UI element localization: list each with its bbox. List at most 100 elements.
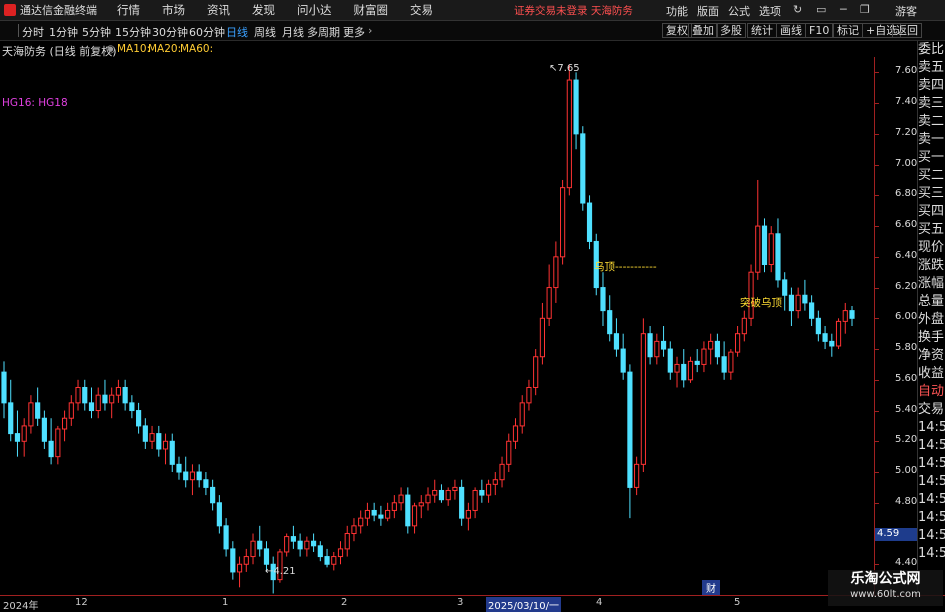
candle-body: [203, 479, 209, 488]
menu-gongshi[interactable]: 公式: [728, 3, 750, 19]
refresh-icon[interactable]: ↻: [793, 3, 802, 16]
candlestick-chart[interactable]: [0, 57, 874, 595]
finance-mark[interactable]: 财: [702, 580, 720, 595]
candle: [61, 410, 68, 442]
candle-body: [169, 440, 175, 465]
candle-body: [566, 79, 572, 189]
tool-f10[interactable]: F10: [805, 23, 834, 38]
menu-xuanxiang[interactable]: 选项: [759, 3, 781, 19]
candle-body: [35, 402, 41, 419]
candle-body: [607, 310, 613, 335]
candle-body: [425, 494, 431, 504]
menu-item-faxian[interactable]: 发现: [252, 2, 275, 18]
menu-banmian[interactable]: 版面: [697, 3, 719, 19]
price-tick: [875, 226, 879, 228]
candle-body: [411, 505, 418, 527]
quote-panel-label[interactable]: 交易: [918, 401, 945, 419]
candle-body: [539, 317, 545, 358]
menu-gongneng[interactable]: 功能: [666, 3, 688, 19]
period-multi[interactable]: 多周期: [307, 24, 340, 40]
menu-item-jiaoyi[interactable]: 交易: [410, 2, 433, 18]
period-5min[interactable]: 5分钟: [82, 24, 111, 40]
candle: [667, 341, 673, 380]
quote-panel-label[interactable]: 自动: [918, 383, 945, 401]
quote-panel-label: 现价: [918, 240, 945, 255]
candle: [149, 425, 155, 449]
menu-item-hangqing[interactable]: 行情: [117, 2, 140, 18]
candle: [418, 495, 424, 519]
candle: [55, 425, 61, 465]
candle: [284, 533, 290, 557]
user-label[interactable]: 游客: [895, 3, 917, 19]
tool-duogu[interactable]: 多股: [716, 23, 746, 38]
candle: [829, 333, 835, 357]
tool-tongji[interactable]: 统计: [747, 23, 777, 38]
tool-diejia[interactable]: 叠加: [688, 23, 718, 38]
candle-body: [236, 563, 243, 573]
candle: [203, 472, 209, 496]
candle: [788, 287, 795, 326]
price-tick: [875, 103, 879, 105]
period-more[interactable]: 更多: [343, 24, 365, 40]
period-60min[interactable]: 60分钟: [189, 24, 225, 40]
period-30min[interactable]: 30分钟: [152, 24, 188, 40]
candle: [21, 418, 27, 457]
candle: [223, 518, 229, 557]
candle: [687, 356, 694, 383]
more-chevron-icon[interactable]: ›: [368, 24, 372, 37]
menu-item-zixun[interactable]: 资讯: [207, 2, 230, 18]
price-tick: [875, 410, 879, 412]
candle: [129, 395, 135, 419]
menu-item-shichang[interactable]: 市场: [162, 2, 185, 18]
candle-body: [485, 483, 492, 496]
period-15min[interactable]: 15分钟: [115, 24, 151, 40]
candle: [176, 456, 182, 480]
candle-body: [122, 386, 128, 404]
price-tick: [875, 441, 879, 443]
price-tick-label: 5.20: [895, 434, 918, 446]
tool-back[interactable]: 返回: [892, 23, 922, 38]
price-tick: [875, 287, 879, 289]
candle-body: [109, 394, 115, 404]
candle-body: [324, 556, 330, 565]
restore-icon[interactable]: ❐: [860, 3, 870, 16]
menu-item-wenxiaoda[interactable]: 问小达: [297, 2, 332, 18]
quote-panel-label: 卖三: [918, 96, 945, 111]
login-notice[interactable]: 证券交易未登录 天海防务: [514, 3, 633, 18]
low-price-label: ←4.21: [265, 566, 296, 577]
candle: [364, 502, 371, 526]
candle: [539, 302, 545, 365]
candle-body: [768, 233, 774, 266]
candle-body: [371, 509, 377, 516]
candle-body: [512, 425, 519, 442]
period-monthly[interactable]: 月线: [282, 24, 304, 40]
candle: [324, 548, 330, 568]
period-weekly[interactable]: 周线: [254, 24, 276, 40]
period-fenshi[interactable]: 分时: [22, 24, 44, 40]
quote-panel-label: 14:56: [918, 438, 945, 453]
period-daily[interactable]: 日线: [226, 24, 248, 40]
settings-icon[interactable]: ◉: [106, 43, 115, 55]
quote-panel-label: 卖一: [918, 132, 945, 147]
candle: [82, 379, 88, 411]
candle: [317, 541, 323, 562]
quote-panel-label: 14:56: [918, 492, 945, 507]
candle-body: [755, 225, 761, 273]
quote-panel-label: 收益: [918, 366, 945, 381]
candle-body: [714, 340, 720, 358]
chart-info-bar: 天海防务 (日线 前复权) ◉ MA10: MA20: MA60:: [0, 41, 915, 58]
price-tick: [875, 318, 879, 320]
candle-body: [432, 489, 438, 496]
candle: [822, 326, 828, 350]
period-1min[interactable]: 1分钟: [49, 24, 78, 40]
candle-body: [263, 548, 270, 565]
tool-huaxian[interactable]: 画线: [776, 23, 806, 38]
window-icon[interactable]: ▭: [816, 3, 826, 16]
candle-body: [829, 340, 835, 347]
minimize-icon[interactable]: ─: [840, 3, 847, 16]
menu-item-caifuquan[interactable]: 财富圈: [354, 2, 389, 18]
candle-body: [351, 525, 357, 535]
tool-biaoji[interactable]: 标记: [833, 23, 863, 38]
date-label: 5: [734, 597, 741, 608]
candle: [735, 326, 741, 357]
